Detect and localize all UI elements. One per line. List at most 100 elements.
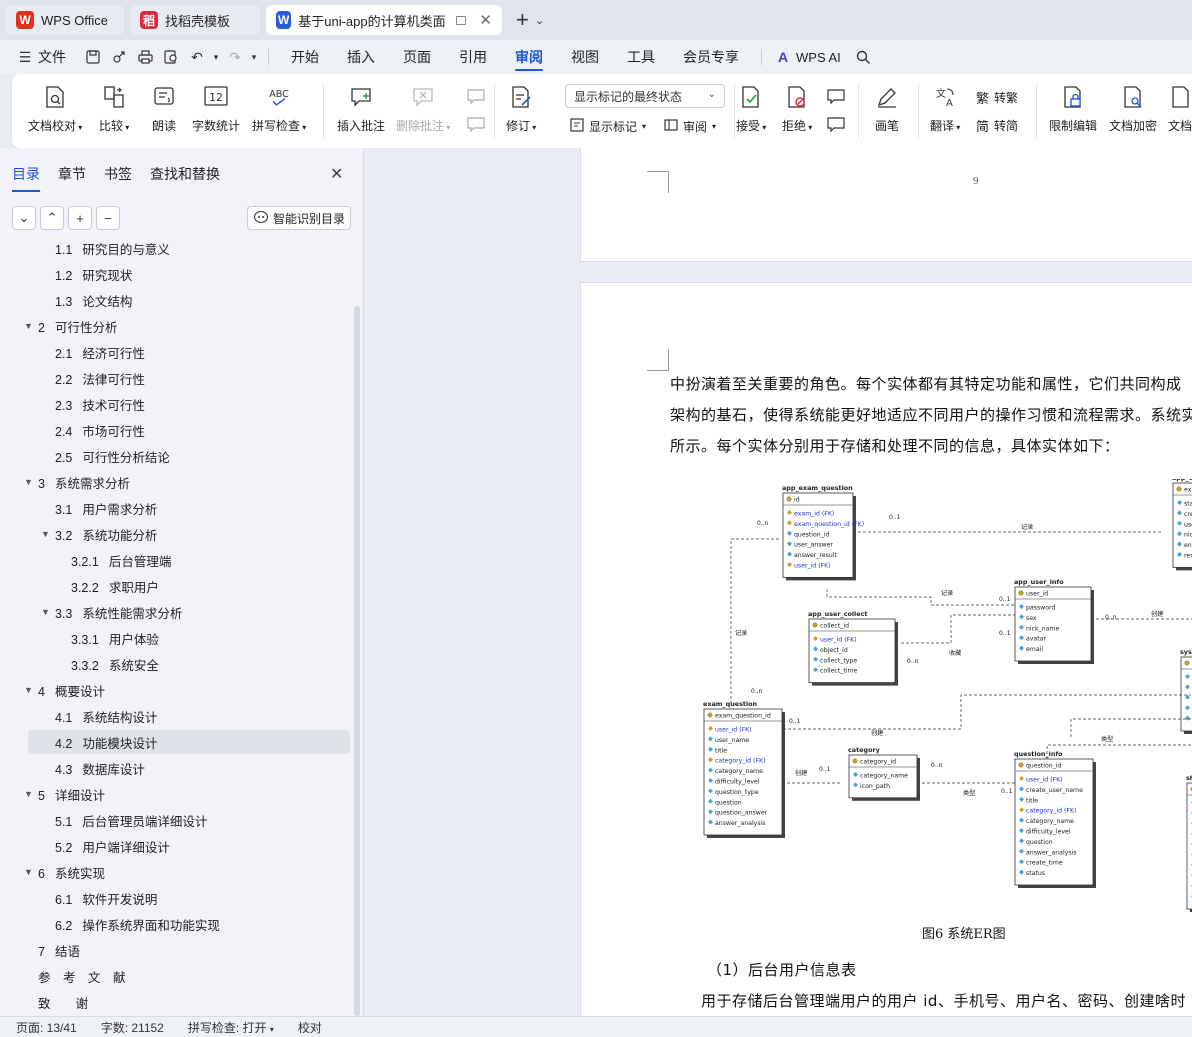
toc-item[interactable]: 2.4 市场可行性 bbox=[0, 418, 350, 442]
toc-item[interactable]: 6.2 操作系统界面和功能实现 bbox=[0, 912, 350, 936]
show-markup-button[interactable]: 显示标记 ▾ bbox=[570, 118, 646, 135]
markup-mode-select[interactable]: 显示标记的最终状态 ⌄ bbox=[565, 84, 725, 108]
menu-references[interactable]: 引用 bbox=[445, 40, 501, 74]
toc-item[interactable]: 3.3.2 系统安全 bbox=[0, 652, 350, 676]
doc-encrypt-button[interactable]: 文档加密 bbox=[1109, 84, 1157, 134]
translate-button[interactable]: 文A 翻译 ▾ bbox=[930, 84, 960, 134]
insert-comment-button[interactable]: 插入批注 bbox=[337, 84, 385, 134]
menu-member[interactable]: 会员专享 bbox=[669, 40, 753, 74]
toc-item[interactable]: 2.5 可行性分析结论 bbox=[0, 444, 350, 468]
export-icon[interactable] bbox=[106, 44, 132, 70]
menu-view[interactable]: 视图 bbox=[557, 40, 613, 74]
new-tab-icon[interactable]: + bbox=[516, 7, 529, 33]
toc-item[interactable]: 6.1 软件开发说明 bbox=[0, 886, 350, 910]
menu-page[interactable]: 页面 bbox=[389, 40, 445, 74]
smart-toc-button[interactable]: 智能识别目录 bbox=[247, 206, 351, 230]
prev-change-icon[interactable] bbox=[826, 88, 846, 109]
doc-check-button[interactable]: 文档校对 ▾ bbox=[28, 84, 82, 134]
next-change-icon[interactable] bbox=[826, 116, 846, 137]
menu-tools[interactable]: 工具 bbox=[613, 40, 669, 74]
toc-item[interactable]: 5.2 用户端详细设计 bbox=[0, 834, 350, 858]
toc-item[interactable]: ▼ 5 详细设计 bbox=[0, 782, 350, 806]
read-aloud-button[interactable]: 朗读 bbox=[151, 84, 177, 134]
chevron-down-icon[interactable]: ▾ bbox=[210, 44, 222, 70]
wps-ai-icon[interactable]: A bbox=[770, 44, 796, 70]
toc-item[interactable]: 2.1 经济可行性 bbox=[0, 340, 350, 364]
toc-item[interactable]: ▼ 3.3 系统性能需求分析 bbox=[0, 600, 350, 624]
toc-item[interactable]: 3.2.1 后台管理端 bbox=[0, 548, 350, 572]
toc-item[interactable]: 1.1 研究目的与意义 bbox=[0, 238, 350, 260]
word-count-button[interactable]: 12 字数统计 bbox=[192, 84, 240, 134]
expand-arrow-icon[interactable]: ▼ bbox=[24, 789, 33, 799]
print-icon[interactable] bbox=[132, 44, 158, 70]
proofread-indicator[interactable]: 校对 bbox=[298, 1019, 322, 1036]
review-pane-button[interactable]: 审阅 ▾ bbox=[664, 118, 716, 135]
revise-button[interactable]: 修订 ▾ bbox=[506, 84, 536, 134]
close-pane-icon[interactable]: ✕ bbox=[330, 164, 343, 184]
toc-item[interactable]: ▼ 3 系统需求分析 bbox=[0, 470, 350, 494]
expand-arrow-icon[interactable]: ▼ bbox=[24, 321, 33, 331]
tab-bookmarks[interactable]: 书签 bbox=[104, 164, 132, 192]
prev-comment-icon[interactable] bbox=[466, 88, 486, 109]
to-simplified-button[interactable]: 简 转简 bbox=[976, 116, 1018, 135]
toc-item[interactable]: 1.2 研究现状 bbox=[0, 262, 350, 286]
remove-heading-button[interactable]: − bbox=[96, 206, 120, 230]
hamburger-icon[interactable]: ☰ bbox=[12, 44, 38, 70]
collapse-up-button[interactable]: ⌃ bbox=[40, 206, 64, 230]
chevron-down-icon[interactable]: ▾ bbox=[248, 44, 260, 70]
toc-item[interactable]: 5.1 后台管理员端详细设计 bbox=[0, 808, 350, 832]
delete-comment-button[interactable]: 删除批注 ▾ bbox=[396, 84, 450, 134]
add-heading-button[interactable]: + bbox=[68, 206, 92, 230]
to-traditional-button[interactable]: 繁 转繁 bbox=[976, 88, 1018, 107]
close-tab-icon[interactable]: ✕ bbox=[479, 11, 492, 29]
expand-down-button[interactable]: ⌄ bbox=[12, 206, 36, 230]
brush-button[interactable]: 画笔 bbox=[874, 84, 900, 134]
expand-arrow-icon[interactable]: ▼ bbox=[24, 867, 33, 877]
menu-home[interactable]: 开始 bbox=[277, 40, 333, 74]
toc-item[interactable]: 4.3 数据库设计 bbox=[0, 756, 350, 780]
tab-toc[interactable]: 目录 bbox=[12, 164, 40, 192]
toc-item[interactable]: ▼ 2 可行性分析 bbox=[0, 314, 350, 338]
toc-item[interactable]: 3.3.1 用户体验 bbox=[0, 626, 350, 650]
wps-ai-button[interactable]: WPS AI bbox=[796, 50, 841, 65]
reject-button[interactable]: 拒绝 ▾ bbox=[782, 84, 812, 134]
tab-find-replace[interactable]: 查找和替换 bbox=[150, 164, 220, 192]
save-icon[interactable] bbox=[80, 44, 106, 70]
expand-arrow-icon[interactable]: ▼ bbox=[24, 685, 33, 695]
menu-insert[interactable]: 插入 bbox=[333, 40, 389, 74]
undo-icon[interactable]: ↶ bbox=[184, 44, 210, 70]
expand-arrow-icon[interactable]: ▼ bbox=[41, 607, 50, 617]
toc-item[interactable]: 2.2 法律可行性 bbox=[0, 366, 350, 390]
toc-item[interactable]: 1.3 论文结构 bbox=[0, 288, 350, 312]
word-count-indicator[interactable]: 字数: 21152 bbox=[101, 1019, 164, 1036]
toc-item[interactable]: 3.1 用户需求分析 bbox=[0, 496, 350, 520]
tab-wps-office[interactable]: W WPS Office bbox=[6, 5, 124, 35]
restrict-edit-button[interactable]: 限制编辑 bbox=[1049, 84, 1097, 134]
toc-scrollbar[interactable] bbox=[354, 306, 360, 1016]
tab-docer[interactable]: 稻 找稻壳模板 bbox=[130, 5, 260, 35]
expand-arrow-icon[interactable]: ▼ bbox=[24, 477, 33, 487]
toc-item[interactable]: 参 考 文 献 bbox=[0, 964, 350, 988]
chevron-down-icon[interactable]: ⌄ bbox=[535, 14, 544, 27]
toc-item[interactable]: 致 谢 bbox=[0, 990, 350, 1014]
toc-item[interactable]: 3.2.2 求职用户 bbox=[0, 574, 350, 598]
expand-arrow-icon[interactable]: ▼ bbox=[41, 529, 50, 539]
toc-item[interactable]: 4.2 功能模块设计 bbox=[28, 730, 350, 754]
spell-check-button[interactable]: ABC 拼写检查 ▾ bbox=[252, 84, 306, 134]
compare-button[interactable]: 比较 ▾ bbox=[99, 84, 129, 134]
spell-check-indicator[interactable]: 拼写检查: 打开 ▾ bbox=[188, 1019, 274, 1036]
toc-item[interactable]: ▼ 3.2 系统功能分析 bbox=[0, 522, 350, 546]
toc-item[interactable]: ▼ 4 概要设计 bbox=[0, 678, 350, 702]
accept-button[interactable]: 接受 ▾ bbox=[736, 84, 766, 134]
search-icon[interactable] bbox=[851, 44, 877, 70]
redo-icon[interactable]: ↷ bbox=[222, 44, 248, 70]
tab-document[interactable]: W 基于uni-app的计算机类面试王 ✕ bbox=[266, 5, 502, 35]
tab-chapters[interactable]: 章节 bbox=[58, 164, 86, 192]
file-menu[interactable]: 文件 bbox=[38, 47, 66, 67]
menu-review[interactable]: 审阅 bbox=[501, 40, 557, 74]
toc-item[interactable]: ▼ 6 系统实现 bbox=[0, 860, 350, 884]
doc-more-button[interactable]: 文档 bbox=[1168, 84, 1192, 134]
toc-item[interactable]: 2.3 技术可行性 bbox=[0, 392, 350, 416]
toc-item[interactable]: 4.1 系统结构设计 bbox=[0, 704, 350, 728]
print-preview-icon[interactable] bbox=[158, 44, 184, 70]
